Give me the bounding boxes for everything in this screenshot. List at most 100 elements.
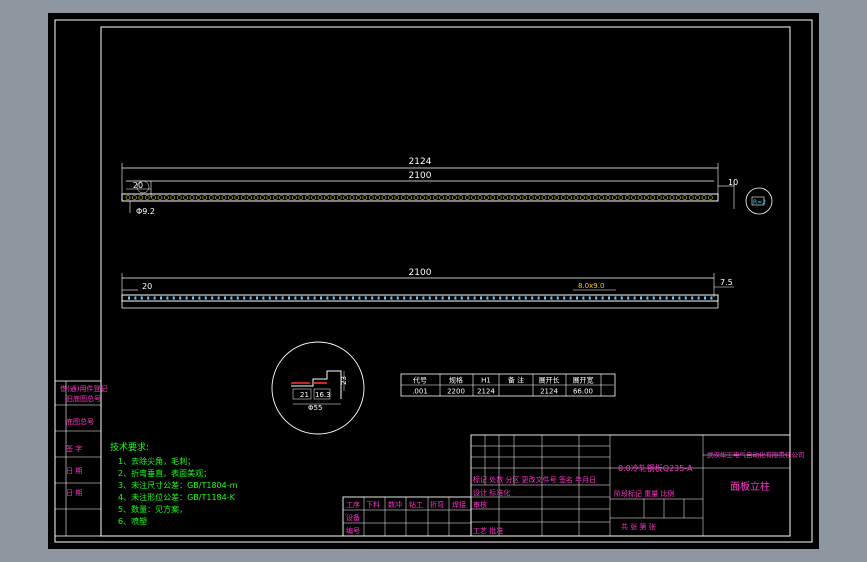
bottom-dim-start-label: 20: [142, 282, 152, 291]
param-header-width: 展开宽: [573, 376, 594, 385]
slot-mark: [204, 296, 207, 300]
dim-overall-label: 2124: [409, 157, 432, 167]
hole-mark: [528, 195, 534, 200]
side-stamp-row-1: 借(通)用件登记: [60, 384, 107, 393]
title-sheet-row: 共 张 第 张: [621, 522, 656, 531]
title-designer-row: 设计 标准化: [473, 488, 510, 497]
hole-mark: [496, 195, 502, 200]
process-header-3: 钻工: [409, 500, 423, 509]
tech-req-item-3: 3、未注尺寸公差：GB/T1804-m: [118, 480, 238, 490]
hole-mark: [189, 195, 195, 200]
slot-mark: [198, 296, 201, 300]
hole-mark: [484, 195, 489, 200]
process-header-1: 下料: [366, 500, 380, 509]
dim-end-label: 10: [728, 178, 738, 187]
hole-mark: [682, 195, 688, 200]
slot-mark: [435, 296, 438, 300]
section-dim-height: 23: [340, 376, 348, 385]
slot-mark: [288, 296, 290, 300]
hole-mark: [644, 195, 649, 200]
slot-mark: [320, 296, 322, 300]
hole-mark: [503, 195, 508, 200]
hole-mark: [509, 195, 515, 200]
slot-mark: [409, 296, 412, 300]
slot-mark: [633, 296, 636, 300]
title-part-name: 面板立柱: [730, 480, 770, 493]
slot-mark: [505, 296, 508, 300]
hole-mark: [445, 195, 451, 200]
bottom-dim-inner-label: 2100: [409, 268, 432, 278]
slot-mark: [384, 296, 386, 300]
drawing-viewport[interactable]: 2124 2100 20 Φ9.2 10 R=2 2100 20 8.0x9.0…: [48, 13, 819, 549]
hole-mark: [381, 195, 387, 200]
hole-mark: [170, 195, 176, 200]
hole-mark: [234, 195, 240, 200]
drawing-canvas[interactable]: 2124 2100 20 Φ9.2 10 R=2 2100 20 8.0x9.0…: [48, 13, 819, 549]
slot-mark: [179, 296, 182, 300]
slot-mark: [172, 296, 175, 300]
hole-mark: [151, 195, 156, 200]
side-stamp-sub-row: 日 期: [66, 489, 82, 497]
hole-mark: [279, 195, 284, 200]
hole-mark: [125, 195, 131, 200]
slot-mark: [678, 296, 681, 300]
slot-mark: [473, 296, 476, 300]
title-mid-header: 标记 处数 分区 更改文件号 签名 年月日: [473, 475, 596, 484]
slot-mark: [544, 296, 546, 300]
slot-mark: [166, 296, 169, 300]
slot-mark: [595, 296, 598, 300]
slot-mark: [345, 296, 348, 300]
bottom-view[interactable]: 2100 20 8.0x9.0 7.5: [121, 268, 734, 309]
hole-mark: [426, 195, 432, 200]
slot-mark: [294, 296, 297, 300]
slot-mark: [390, 296, 393, 300]
side-stamp-table[interactable]: 借(通)用件登记 旧底图总号 底图总号 签 字 日 期 日 期: [54, 380, 107, 537]
slot-mark: [569, 296, 572, 300]
section-detail-circle[interactable]: [271, 341, 365, 435]
slot-label: 8.0x9.0: [578, 282, 604, 290]
hole-mark: [144, 195, 150, 200]
hole-mark: [413, 195, 419, 200]
parameter-table[interactable]: 代号 规格 H1 备 注 展开长 展开宽 .001 2200 2124 2124…: [400, 373, 616, 397]
hole-mark: [586, 195, 592, 200]
slot-mark: [339, 296, 342, 300]
hole-mark: [522, 195, 528, 200]
slot-mark: [134, 296, 137, 300]
slot-mark: [448, 296, 450, 300]
slot-mark: [281, 296, 284, 300]
title-block[interactable]: 0.0冷轧钢板Q235-A 武汉华工电气自动化有限责任公司 面板立柱 标记 处数…: [342, 434, 805, 537]
top-part-outline[interactable]: [121, 193, 719, 202]
hole-mark: [202, 195, 208, 200]
tech-requirements: 技术要求: 1、去除尖角，毛刺； 2、折弯垂直，表面美观； 3、未注尺寸公差：G…: [110, 441, 238, 526]
slot-mark: [512, 296, 514, 300]
dim-inner-label: 2100: [409, 171, 432, 181]
process-row-number: 编号: [346, 526, 360, 535]
slot-mark: [371, 296, 374, 300]
title-material: 0.0冷轧钢板Q235-A: [618, 463, 693, 473]
hole-mark: [439, 195, 444, 200]
top-view[interactable]: 2124 2100 20 Φ9.2 10 R=2: [121, 157, 773, 216]
hole-mark: [260, 195, 265, 200]
dim-pitch-label: 20: [133, 181, 143, 190]
tech-req-item-2: 2、折弯垂直，表面美观；: [118, 468, 211, 478]
hole-mark: [708, 195, 713, 200]
hole-mark: [400, 195, 406, 200]
slot-mark: [563, 296, 566, 300]
slot-mark: [160, 296, 162, 300]
hole-mark: [432, 195, 438, 200]
hole-mark: [669, 195, 675, 200]
hole-mark: [471, 195, 476, 200]
hole-mark: [157, 195, 163, 200]
process-header-5: 焊接: [452, 500, 466, 509]
hole-mark: [343, 195, 348, 200]
param-header-code: 代号: [413, 376, 427, 385]
slot-mark: [576, 296, 578, 300]
slot-mark: [224, 296, 226, 300]
slot-mark: [480, 296, 482, 300]
section-detail[interactable]: 23 21 16.3 Φ55: [271, 341, 365, 435]
hole-mark: [599, 195, 604, 200]
slot-mark: [697, 296, 700, 300]
slot-mark: [396, 296, 399, 300]
hole-mark: [541, 195, 547, 200]
slot-mark: [192, 296, 194, 300]
